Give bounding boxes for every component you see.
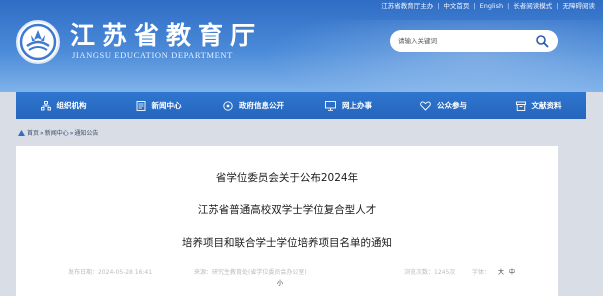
breadcrumb: 首页»新闻中心»通知公告 xyxy=(18,128,98,137)
nav-item-news[interactable]: 新闻中心 xyxy=(111,92,206,119)
article-title-line-2: 江苏省普通高校双学士学位复合型人才 xyxy=(197,204,377,216)
search-icon[interactable] xyxy=(535,34,549,48)
article-source: 来源：研究生教育处(省学位委员会办公室) xyxy=(194,269,307,276)
nav-item-organization[interactable]: 组织机构 xyxy=(16,92,111,119)
org-chart-icon xyxy=(40,100,51,110)
breadcrumb-news-center[interactable]: 新闻中心 xyxy=(45,130,69,137)
breadcrumb-separator: » xyxy=(40,130,44,137)
font-size-medium-button[interactable]: 中 xyxy=(509,267,515,276)
nav-item-archives[interactable]: 文献资料 xyxy=(491,92,586,119)
top-link-chinese-home[interactable]: 中文首页 xyxy=(443,0,469,10)
online-service-icon xyxy=(325,100,336,111)
site-title-english: JIANGSU EDUCATION DEPARTMENT xyxy=(72,50,233,60)
top-link-separator: | xyxy=(507,2,510,10)
top-link-host: 江苏省教育厅主办 xyxy=(381,2,434,10)
top-link-accessibility[interactable]: 无障碍阅读 xyxy=(563,0,596,10)
article-title-line-3: 培养项目和联合学士学位培养项目名单的通知 xyxy=(182,237,392,249)
article-meta: 发布日期：2024-05-28 16:41 来源：研究生教育处(省学位委员会办公… xyxy=(16,266,558,296)
news-icon xyxy=(136,100,145,111)
top-link-separator: | xyxy=(473,2,476,10)
article-title-line-1: 省学位委员会关于公布2024年 xyxy=(215,172,359,184)
top-links: 江苏省教育厅主办 | 中文首页 | English | 长者阅读模式 | 无障碍阅读 xyxy=(381,0,595,10)
font-size-large-button[interactable]: 大 xyxy=(498,267,504,276)
nav-label: 文献资料 xyxy=(531,101,562,110)
search-box xyxy=(390,30,558,52)
view-count: 浏览次数：1245次 xyxy=(404,269,456,276)
top-link-separator: | xyxy=(556,2,559,10)
breadcrumb-home[interactable]: 首页 xyxy=(27,130,39,137)
nav-item-info-disclosure[interactable]: 政府信息公开 xyxy=(206,92,301,119)
top-link-separator: | xyxy=(437,2,440,10)
font-size-label: 字体： xyxy=(472,269,491,276)
site-title[interactable]: 江苏省教育厅 xyxy=(70,16,262,52)
heart-icon xyxy=(420,101,431,111)
article-card: 省学位委员会关于公布2024年 江苏省普通高校双学士学位复合型人才 培养项目和联… xyxy=(16,146,558,296)
font-size-small-button[interactable]: 小 xyxy=(277,278,283,287)
emblem-icon xyxy=(19,23,57,61)
nav-label: 政府信息公开 xyxy=(239,101,284,110)
nav-label: 组织机构 xyxy=(56,101,87,110)
nav-label: 新闻中心 xyxy=(151,101,182,110)
top-link-english[interactable]: English xyxy=(480,2,503,10)
nav-item-online-service[interactable]: 网上办事 xyxy=(301,92,396,119)
nav-label: 网上办事 xyxy=(342,101,372,110)
nav-item-public-participation[interactable]: 公众参与 xyxy=(396,92,491,119)
site-header: 江苏省教育厅主办 | 中文首页 | English | 长者阅读模式 | 无障碍阅读 江苏省教育… xyxy=(0,0,603,92)
breadcrumb-separator: » xyxy=(69,130,74,137)
top-link-elder-mode[interactable]: 长者阅读模式 xyxy=(513,0,552,10)
archive-icon xyxy=(515,101,526,111)
main-nav: 组织机构 新闻中心 政府信息公开 网上办事 公众参与 文献资料 xyxy=(16,92,586,119)
search-input[interactable] xyxy=(398,33,528,49)
publish-date: 发布日期：2024-05-28 16:41 xyxy=(68,269,153,276)
info-disclosure-icon xyxy=(223,100,233,111)
nav-label: 公众参与 xyxy=(437,101,467,110)
emblem-logo[interactable] xyxy=(16,20,60,64)
breadcrumb-notices[interactable]: 通知公告 xyxy=(74,130,98,137)
breadcrumb-triangle-icon xyxy=(18,130,25,136)
